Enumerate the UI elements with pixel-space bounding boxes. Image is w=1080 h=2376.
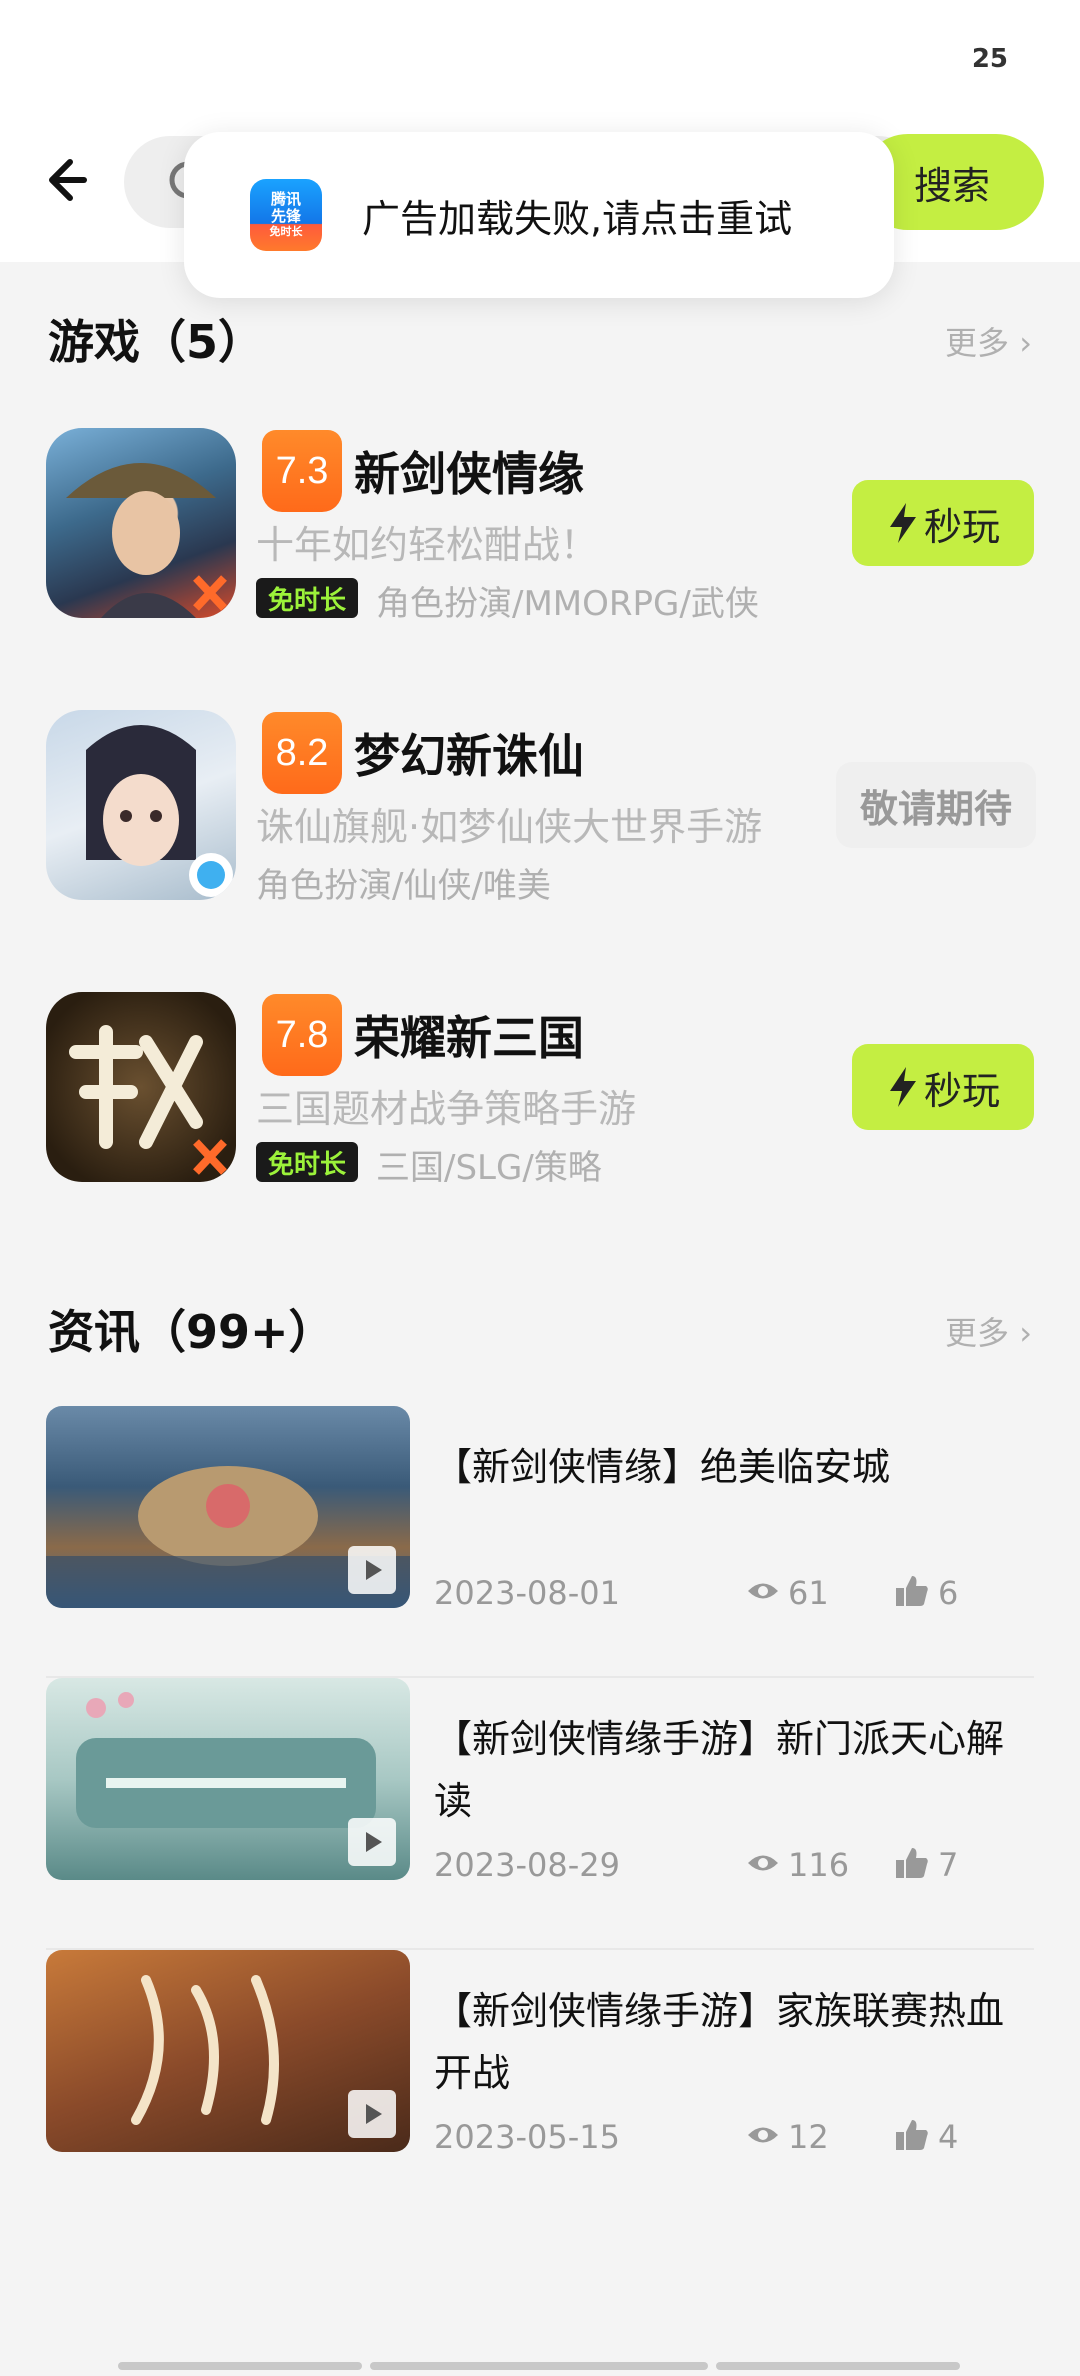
eye-icon	[748, 2127, 778, 2143]
free-time-badge: 免时长	[256, 578, 359, 618]
news-title: 【新剑侠情缘手游】家族联赛热血开战	[434, 1989, 1005, 2095]
like-count: 4	[938, 2118, 959, 2156]
game-icon	[46, 428, 236, 618]
button-label: 秒玩	[923, 1068, 1000, 1113]
news-item[interactable]: 【新剑侠情缘手游】新门派天心解读 2023-08-29 116 7	[0, 1678, 1080, 1950]
logo-text: 腾讯	[270, 190, 301, 208]
thumbs-up-icon	[896, 1576, 928, 1606]
game-description: 三国题材战争策略手游	[256, 1087, 637, 1131]
play-icon	[348, 2090, 396, 2138]
logo-text: 先锋	[270, 207, 301, 225]
view-count: 116	[788, 1846, 850, 1884]
news-thumbnail	[46, 1406, 410, 1608]
game-description: 诛仙旗舰·如梦仙侠大世界手游	[256, 805, 763, 849]
logo-text: 免时长	[269, 225, 303, 238]
lightning-icon	[889, 1067, 916, 1107]
eye-icon	[748, 1583, 778, 1599]
news-title: 【新剑侠情缘手游】新门派天心解读	[434, 1717, 1005, 1823]
game-name: 荣耀新三国	[354, 1011, 584, 1065]
news-date: 2023-05-15	[434, 2118, 620, 2156]
game-description: 十年如约轻松酣战！	[256, 523, 599, 567]
view-count: 12	[788, 2118, 829, 2156]
news-date: 2023-08-01	[434, 1574, 620, 1612]
view-count: 61	[788, 1574, 829, 1612]
game-item[interactable]: 7.3 新剑侠情缘 十年如约轻松酣战！ 免时长 角色扮演/MMORPG/武侠 秒…	[0, 428, 1080, 628]
game-name: 梦幻新诛仙	[354, 729, 584, 783]
back-button[interactable]	[40, 150, 100, 210]
status-indicator: 25	[971, 44, 1008, 74]
eye-icon	[748, 1855, 778, 1871]
thumbs-up-icon	[896, 2120, 928, 2150]
thumbs-up-icon	[896, 1848, 928, 1878]
game-icon	[46, 710, 236, 900]
app-logo: 腾讯 先锋 免时长	[250, 179, 322, 251]
game-item[interactable]: 8.2 梦幻新诛仙 诛仙旗舰·如梦仙侠大世界手游 角色扮演/仙侠/唯美 敬请期待	[0, 710, 1080, 910]
coming-soon-button[interactable]: 敬请期待	[836, 762, 1036, 848]
games-more-link[interactable]: 更多 ›	[945, 318, 1032, 364]
instant-play-button[interactable]: 秒玩	[852, 1044, 1034, 1130]
news-thumbnail	[46, 1678, 410, 1880]
lightning-icon	[889, 503, 916, 543]
news-title: 【新剑侠情缘】绝美临安城	[434, 1445, 891, 1489]
game-score: 7.3	[262, 430, 342, 512]
game-icon	[46, 992, 236, 1182]
game-tags: 角色扮演/MMORPG/武侠	[376, 584, 759, 624]
game-name: 新剑侠情缘	[354, 447, 584, 501]
like-count: 6	[938, 1574, 959, 1612]
news-section-title: 资讯（99+）	[48, 1305, 335, 1359]
instant-play-button[interactable]: 秒玩	[852, 480, 1034, 566]
toast-message: 广告加载失败,请点击重试	[362, 196, 793, 241]
free-time-badge: 免时长	[256, 1142, 359, 1182]
bottom-scroll-indicator	[118, 2362, 962, 2370]
news-date: 2023-08-29	[434, 1846, 620, 1884]
like-count: 7	[938, 1846, 959, 1884]
button-label: 秒玩	[923, 504, 1000, 549]
news-thumbnail	[46, 1950, 410, 2152]
games-section-title: 游戏（5）	[48, 315, 265, 369]
news-item[interactable]: 【新剑侠情缘】绝美临安城 2023-08-01 61 6	[0, 1406, 1080, 1678]
news-item[interactable]: 【新剑侠情缘手游】家族联赛热血开战 2023-05-15 12 4	[0, 1950, 1080, 2222]
play-icon	[348, 1546, 396, 1594]
play-icon	[348, 1818, 396, 1866]
game-score: 7.8	[262, 994, 342, 1076]
ad-error-toast[interactable]: 腾讯 先锋 免时长 广告加载失败,请点击重试	[184, 132, 894, 298]
game-item[interactable]: 7.8 荣耀新三国 三国题材战争策略手游 免时长 三国/SLG/策略 秒玩	[0, 992, 1080, 1192]
game-score: 8.2	[262, 712, 342, 794]
game-tags: 角色扮演/仙侠/唯美	[256, 866, 551, 906]
back-arrow-icon	[49, 159, 87, 201]
news-more-link[interactable]: 更多 ›	[945, 1308, 1032, 1354]
game-tags: 三国/SLG/策略	[376, 1148, 602, 1188]
